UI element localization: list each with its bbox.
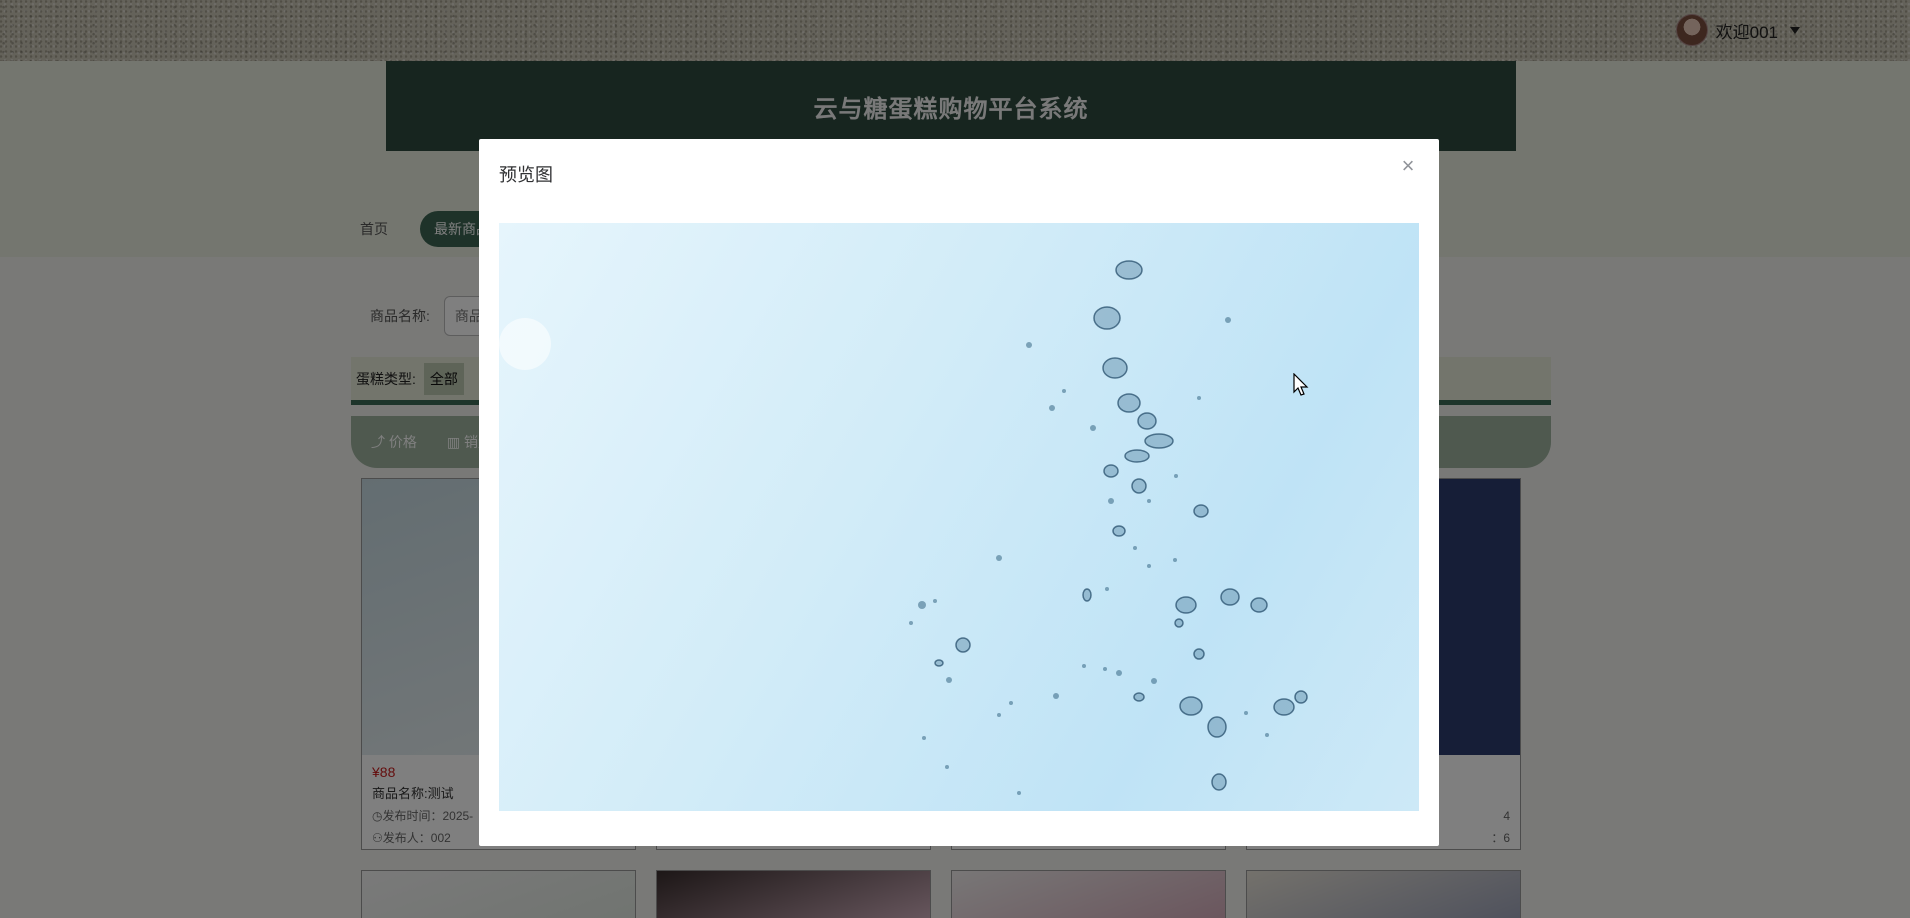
dialog-title: 预览图	[499, 165, 553, 185]
preview-image	[499, 223, 1419, 811]
close-icon[interactable]: ×	[1397, 155, 1419, 177]
preview-dialog: 预览图 ×	[479, 139, 1439, 846]
water-droplets-image	[909, 260, 1308, 795]
mouse-cursor-icon	[1293, 373, 1309, 396]
